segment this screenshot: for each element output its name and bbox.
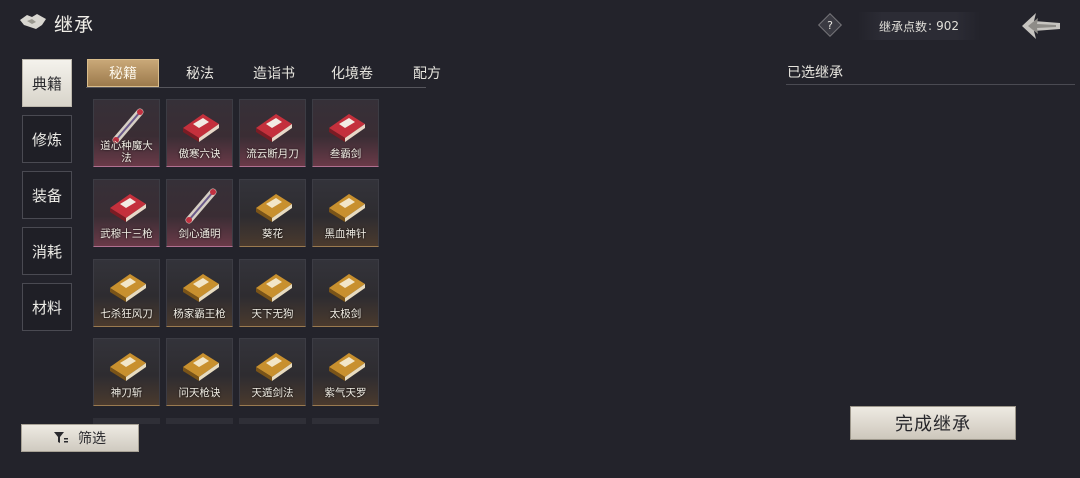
item-slot[interactable]: 傲寒六诀 [166, 99, 233, 167]
gold-book-icon [179, 268, 223, 304]
category-classics[interactable]: 典籍 [22, 59, 72, 107]
gold-book-icon [252, 347, 296, 383]
gold-book-icon [325, 347, 369, 383]
item-slot[interactable]: 天遁剑法 [239, 338, 306, 406]
category-equipment[interactable]: 装备 [22, 171, 72, 219]
item-slot[interactable]: 黑血神针 [312, 179, 379, 247]
red-book-icon [106, 188, 150, 224]
gold-book-icon [325, 268, 369, 304]
item-name: 道心种魔大法 [100, 140, 153, 164]
item-name: 黑血神针 [324, 228, 367, 240]
scroll-icon [106, 108, 150, 144]
item-slot[interactable]: 杨家霸王枪 [166, 259, 233, 327]
item-slot[interactable]: 道心种魔大法 [93, 99, 160, 167]
item-name: 剑心通明 [178, 228, 221, 240]
tab-recipes[interactable]: 配方 [391, 59, 463, 87]
points-separator: : [928, 19, 933, 33]
item-slot[interactable]: 问天枪诀 [166, 338, 233, 406]
back-arrow-icon [1022, 13, 1060, 39]
inheritance-points: 继承点数:902 [858, 12, 980, 40]
gold-book-icon [252, 268, 296, 304]
item-name: 武穆十三枪 [100, 228, 153, 240]
item-slot[interactable]: 神刀斩 [93, 338, 160, 406]
item-slot[interactable]: 叁霸剑 [312, 99, 379, 167]
item-name: 天遁剑法 [251, 387, 294, 399]
item-name: 紫气天罗 [324, 387, 367, 399]
help-label: ? [827, 19, 833, 32]
item-slot[interactable]: 剑心通明 [166, 179, 233, 247]
item-slot[interactable]: 流云断月刀 [239, 99, 306, 167]
help-button[interactable]: ? [817, 12, 843, 38]
item-name: 神刀斩 [110, 387, 143, 399]
category-materials[interactable]: 材料 [22, 283, 72, 331]
red-book-icon [179, 108, 223, 144]
handshake-icon [18, 11, 48, 33]
item-slot[interactable]: 葵花 [239, 179, 306, 247]
item-slot[interactable]: 天下无狗 [239, 259, 306, 327]
tab-underline [86, 87, 426, 88]
divider [786, 84, 1075, 85]
item-name: 叁霸剑 [329, 148, 362, 160]
gold-book-icon [106, 347, 150, 383]
item-name: 天下无狗 [251, 308, 294, 320]
scroll-icon [179, 188, 223, 224]
points-label: 继承点数 [879, 19, 928, 34]
gold-book-icon [325, 188, 369, 224]
red-book-icon [325, 108, 369, 144]
item-name: 葵花 [262, 228, 283, 240]
item-slot[interactable]: 七杀狂风刀 [93, 259, 160, 327]
item-slot[interactable]: 紫气天罗 [312, 338, 379, 406]
filter-button[interactable]: 筛选 [21, 424, 139, 452]
partial-row-cell [312, 418, 379, 424]
red-book-icon [252, 108, 296, 144]
partial-row-cell [166, 418, 233, 424]
back-button[interactable] [1018, 9, 1064, 43]
category-cultivation[interactable]: 修炼 [22, 115, 72, 163]
gold-book-icon [106, 268, 150, 304]
tab-attainment-books[interactable]: 造诣书 [238, 59, 310, 87]
item-name: 问天枪诀 [178, 387, 221, 399]
item-name: 太极剑 [329, 308, 362, 320]
selected-inheritance-title: 已选继承 [787, 65, 843, 81]
filter-label: 筛选 [78, 431, 106, 447]
item-slot[interactable]: 太极剑 [312, 259, 379, 327]
gold-book-icon [179, 347, 223, 383]
tab-secret-manuals[interactable]: 秘籍 [87, 59, 159, 87]
gold-book-icon [252, 188, 296, 224]
points-value: 902 [936, 19, 959, 33]
complete-inheritance-button[interactable]: 完成继承 [850, 406, 1016, 440]
item-name: 杨家霸王枪 [173, 308, 226, 320]
item-name: 傲寒六诀 [178, 148, 221, 160]
filter-icon [54, 432, 68, 443]
page-title: 继承 [54, 14, 95, 36]
category-consumables[interactable]: 消耗 [22, 227, 72, 275]
tab-realm-scrolls[interactable]: 化境卷 [316, 59, 388, 87]
tab-secret-methods[interactable]: 秘法 [164, 59, 236, 87]
item-name: 七杀狂风刀 [100, 308, 153, 320]
partial-row-cell [239, 418, 306, 424]
item-name: 流云断月刀 [246, 148, 299, 160]
item-slot[interactable]: 武穆十三枪 [93, 179, 160, 247]
